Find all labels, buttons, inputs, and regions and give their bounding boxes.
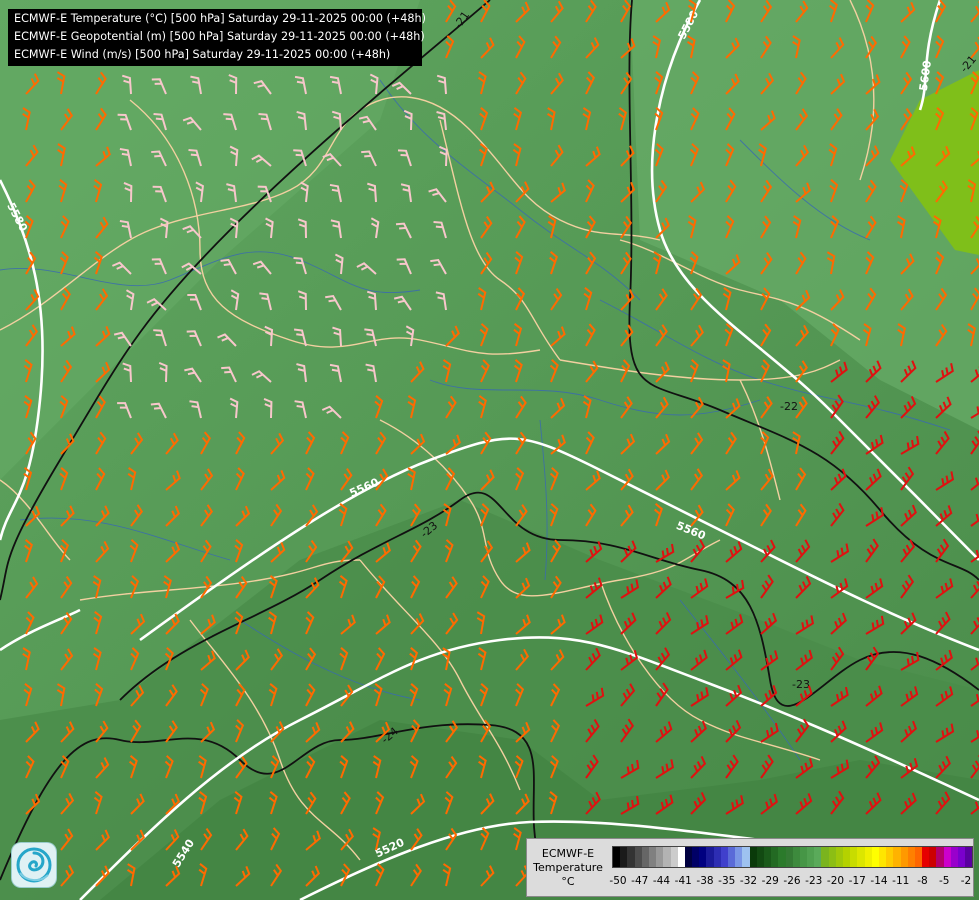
legend-tick-label: -2 bbox=[960, 875, 972, 887]
legend-color-swatch bbox=[627, 847, 635, 867]
legend-tick-label: -20 bbox=[826, 875, 845, 887]
legend-tick-label: -38 bbox=[696, 875, 714, 887]
ecmwf-logo bbox=[12, 843, 56, 887]
legend-color-swatch bbox=[828, 847, 836, 867]
legend-title: ECMWF-E Temperature °C bbox=[531, 847, 605, 889]
legend-color-swatch bbox=[864, 847, 872, 867]
legend-color-swatch bbox=[670, 847, 678, 867]
legend-tick-label: -32 bbox=[739, 875, 758, 887]
legend-color-swatch bbox=[835, 847, 843, 867]
legend-color-swatch bbox=[749, 847, 757, 867]
header-line-geopotential: ECMWF-E Geopotential (m) [500 hPa] Satur… bbox=[14, 30, 425, 43]
legend-color-swatch bbox=[843, 847, 851, 867]
legend-tick-label: -35 bbox=[718, 875, 736, 887]
legend-tick-label: -8 bbox=[917, 875, 928, 887]
legend-color-swatch bbox=[936, 847, 944, 867]
legend-color-swatch bbox=[886, 847, 894, 867]
legend-tick-label: -26 bbox=[783, 875, 801, 887]
temperature-legend: ECMWF-E Temperature °C -50 -47 -44 -41 -38 -3… bbox=[526, 838, 974, 897]
legend-color-swatch bbox=[656, 847, 664, 867]
legend-color-swatch bbox=[878, 847, 887, 867]
legend-color-swatch bbox=[950, 847, 958, 867]
legend-color-swatch bbox=[778, 847, 786, 867]
legend-color-swatch bbox=[785, 847, 793, 867]
legend-color-swatch bbox=[728, 847, 736, 867]
legend-color-swatch bbox=[792, 847, 800, 867]
legend-color-swatch bbox=[914, 847, 923, 867]
legend-title-variable: Temperature bbox=[533, 861, 603, 874]
legend-tick-label: -41 bbox=[674, 875, 692, 887]
legend-color-swatch bbox=[677, 847, 685, 867]
legend-unit: °C bbox=[561, 875, 575, 888]
legend-color-swatch bbox=[692, 847, 700, 867]
legend-color-swatch bbox=[900, 847, 908, 867]
legend-color-swatch bbox=[706, 847, 714, 867]
legend-color-swatch bbox=[814, 847, 822, 867]
legend-color-swatch bbox=[763, 847, 772, 867]
legend-color-swatch bbox=[756, 847, 764, 867]
legend-color-swatch bbox=[943, 847, 951, 867]
legend-color-swatch bbox=[907, 847, 915, 867]
legend-color-swatch bbox=[648, 847, 657, 867]
legend-tick-label: -29 bbox=[761, 875, 779, 887]
legend-color-swatch bbox=[684, 847, 693, 867]
legend-tick-label: -44 bbox=[652, 875, 671, 887]
legend-color-swatch bbox=[922, 847, 930, 867]
legend-color-swatch bbox=[771, 847, 779, 867]
legend-color-swatch bbox=[720, 847, 728, 867]
legend-color-swatch bbox=[713, 847, 721, 867]
legend-color-swatch bbox=[965, 847, 973, 867]
ecmwf-swirl-icon bbox=[16, 847, 52, 883]
legend-color-swatch bbox=[929, 847, 937, 867]
legend-color-swatch bbox=[850, 847, 858, 867]
legend-tick-label: -23 bbox=[805, 875, 823, 887]
legend-tick-label: -14 bbox=[870, 875, 888, 887]
legend-tick-label: -50 bbox=[609, 875, 627, 887]
legend-color-swatch bbox=[857, 847, 865, 867]
legend-color-swatch bbox=[699, 847, 707, 867]
legend-color-swatch bbox=[807, 847, 815, 867]
isotherm-label-minus-23-east: -23 bbox=[792, 678, 810, 691]
legend-color-swatch bbox=[958, 847, 966, 867]
legend-color-swatch bbox=[735, 847, 743, 867]
weather-map: 5580 5600 5560 5560 5540 5520 5580 -21 -… bbox=[0, 0, 979, 900]
legend-color-swatch bbox=[893, 847, 901, 867]
legend-color-swatch bbox=[663, 847, 671, 867]
legend-tick-label: -11 bbox=[892, 875, 910, 887]
legend-color-swatch bbox=[613, 847, 621, 867]
legend-color-swatch bbox=[634, 847, 642, 867]
isotherm-label-minus-22: -22 bbox=[780, 400, 798, 413]
legend-color-swatch bbox=[871, 847, 879, 867]
legend-color-swatch bbox=[620, 847, 628, 867]
legend-tick-labels: -50 -47 -44 -41 -38 -35 -32 -29 -26 -23 -20 -17 -14-… bbox=[609, 875, 972, 889]
legend-tick-label: -5 bbox=[939, 875, 950, 887]
legend-tick-label: -47 bbox=[631, 875, 649, 887]
legend-color-swatch bbox=[742, 847, 750, 867]
map-header: ECMWF-E Temperature (°C) [500 hPa] Satur… bbox=[8, 9, 426, 66]
legend-title-model: ECMWF-E bbox=[541, 847, 595, 860]
legend-color-swatch bbox=[799, 847, 808, 867]
legend-color-scale bbox=[612, 846, 974, 868]
header-line-temperature: ECMWF-E Temperature (°C) [500 hPa] Satur… bbox=[14, 12, 426, 25]
header-line-wind: ECMWF-E Wind (m/s) [500 hPa] Saturday 29… bbox=[14, 48, 391, 61]
legend-tick-label: -17 bbox=[848, 875, 866, 887]
legend-color-swatch bbox=[821, 847, 829, 867]
legend-color-swatch bbox=[641, 847, 649, 867]
